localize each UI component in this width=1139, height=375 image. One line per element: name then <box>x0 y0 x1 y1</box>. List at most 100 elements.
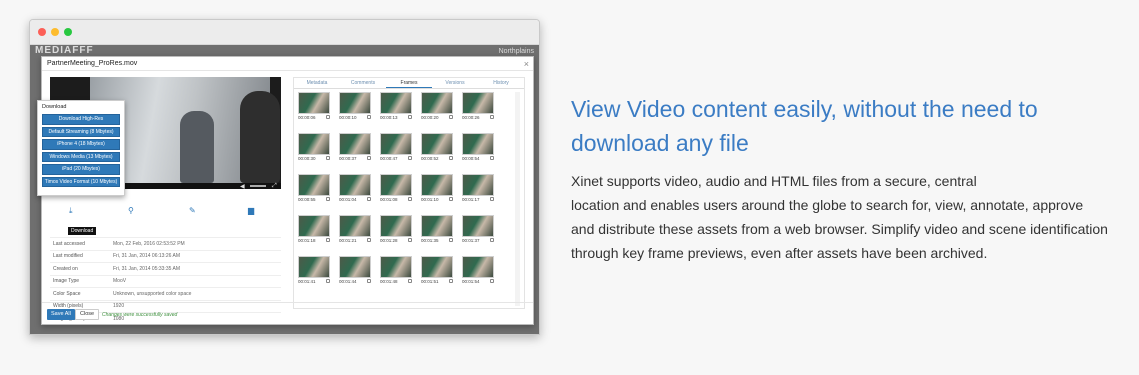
fullscreen-icon[interactable]: ⤢ <box>272 183 277 189</box>
frame-thumbnail[interactable]: 00:00:54 <box>462 133 494 165</box>
frame-image <box>339 215 371 237</box>
frame-thumbnail[interactable]: 00:01:10 <box>421 174 453 206</box>
frame-badge-icon[interactable] <box>326 115 330 119</box>
detail-tabs: Metadata Comments Frames Versions History <box>294 78 524 89</box>
frame-badge-icon[interactable] <box>367 197 371 201</box>
download-option-button[interactable]: Default Streaming (8 Mbytes) <box>42 126 120 137</box>
frame-badge-icon[interactable] <box>408 115 412 119</box>
frame-badge-icon[interactable] <box>408 156 412 160</box>
frame-thumbnail[interactable]: 00:01:48 <box>380 256 412 288</box>
frame-badge-icon[interactable] <box>408 279 412 283</box>
frame-badge-icon[interactable] <box>367 238 371 242</box>
frame-image <box>462 174 494 196</box>
frame-thumbnail[interactable]: 00:00:55 <box>298 174 330 206</box>
frame-thumbnail[interactable]: 00:00:20 <box>421 92 453 124</box>
metadata-value: Mon, 22 Feb, 2016 02:53:52 PM <box>113 240 185 247</box>
frame-thumbnail[interactable]: 00:01:04 <box>339 174 371 206</box>
frame-badge-icon[interactable] <box>408 238 412 242</box>
frame-timecode: 00:01:04 <box>339 197 357 202</box>
frame-thumbnail[interactable]: 00:01:21 <box>339 215 371 247</box>
frame-thumbnail[interactable]: 00:01:37 <box>462 215 494 247</box>
frame-badge-icon[interactable] <box>326 279 330 283</box>
frame-thumbnail[interactable]: 00:01:08 <box>380 174 412 206</box>
video-person-figure <box>240 91 280 183</box>
metadata-value: Fri, 31 Jan, 2014 06:13:26 AM <box>113 253 180 260</box>
frame-thumbnail[interactable]: 00:00:06 <box>298 92 330 124</box>
metadata-key: Image Type <box>53 278 80 285</box>
asset-actions: ⤓ ⚲ ✎ ▆ <box>50 204 281 218</box>
feature-description: Xinet supports video, audio and HTML fil… <box>571 173 1108 261</box>
frame-badge-icon[interactable] <box>490 279 494 283</box>
frame-timecode: 00:00:55 <box>298 197 316 202</box>
frame-thumbnail[interactable]: 00:01:28 <box>380 215 412 247</box>
frame-timecode: 00:00:26 <box>462 115 480 120</box>
basket-icon[interactable]: ⚲ <box>128 206 134 215</box>
tab-versions[interactable]: Versions <box>432 78 478 88</box>
download-option-button[interactable]: Download High-Res <box>42 114 120 125</box>
frame-thumbnail[interactable]: 00:01:44 <box>339 256 371 288</box>
metadata-key: Last modified <box>53 253 83 260</box>
frame-image <box>298 92 330 114</box>
metadata-row: Last accessed Mon, 22 Feb, 2016 02:53:52 … <box>50 237 281 250</box>
frame-timecode: 00:01:10 <box>421 197 439 202</box>
frame-badge-icon[interactable] <box>490 238 494 242</box>
frame-badge-icon[interactable] <box>490 115 494 119</box>
frame-badge-icon[interactable] <box>367 115 371 119</box>
frame-thumbnail[interactable]: 00:00:10 <box>339 92 371 124</box>
frame-thumbnail[interactable]: 00:01:35 <box>421 215 453 247</box>
folder-icon[interactable]: ▆ <box>248 206 254 215</box>
download-option-button[interactable]: Timos Video Format (10 Mbytes) <box>42 176 120 187</box>
frame-thumbnail[interactable]: 00:00:26 <box>462 92 494 124</box>
download-option-button[interactable]: Windows Media (13 Mbytes) <box>42 151 120 162</box>
frame-thumbnail[interactable]: 00:01:51 <box>421 256 453 288</box>
frame-badge-icon[interactable] <box>449 197 453 201</box>
frame-thumbnail[interactable]: 00:01:54 <box>462 256 494 288</box>
metadata-value: MooV <box>113 278 127 285</box>
frame-thumbnail[interactable]: 00:01:41 <box>298 256 330 288</box>
save-all-button[interactable]: Save All <box>47 309 75 320</box>
frame-image <box>421 92 453 114</box>
close-icon[interactable]: × <box>524 59 529 69</box>
zoom-window-button[interactable] <box>64 28 72 36</box>
frame-badge-icon[interactable] <box>408 197 412 201</box>
frame-badge-icon[interactable] <box>326 197 330 201</box>
frame-thumbnail[interactable]: 00:00:37 <box>339 133 371 165</box>
frame-thumbnail[interactable]: 00:01:17 <box>462 174 494 206</box>
frame-thumbnail[interactable]: 00:00:47 <box>380 133 412 165</box>
frame-badge-icon[interactable] <box>449 238 453 242</box>
tab-comments[interactable]: Comments <box>340 78 386 88</box>
download-icon[interactable]: ⤓ <box>69 206 73 216</box>
download-option-button[interactable]: iPhone 4 (18 Mbytes) <box>42 139 120 150</box>
download-option-button[interactable]: iPad (20 Mbytes) <box>42 164 120 175</box>
frame-image <box>421 256 453 278</box>
frame-image <box>462 215 494 237</box>
tab-history[interactable]: History <box>478 78 524 88</box>
frame-thumbnail[interactable]: 00:00:13 <box>380 92 412 124</box>
frame-badge-icon[interactable] <box>449 115 453 119</box>
tab-frames[interactable]: Frames <box>386 78 432 88</box>
frame-image <box>298 215 330 237</box>
frames-scrollbar[interactable] <box>515 92 520 306</box>
frame-thumbnail[interactable]: 00:01:18 <box>298 215 330 247</box>
title-divider <box>42 70 533 71</box>
frame-badge-icon[interactable] <box>490 156 494 160</box>
volume-icon[interactable]: ◀ <box>240 183 245 189</box>
frame-badge-icon[interactable] <box>367 279 371 283</box>
frame-badge-icon[interactable] <box>449 156 453 160</box>
frame-timecode: 00:01:51 <box>421 279 439 284</box>
close-window-button[interactable] <box>38 28 46 36</box>
minimize-window-button[interactable] <box>51 28 59 36</box>
brand-label: Northplains <box>498 48 534 55</box>
frame-badge-icon[interactable] <box>449 279 453 283</box>
frame-badge-icon[interactable] <box>490 197 494 201</box>
frame-badge-icon[interactable] <box>367 156 371 160</box>
frame-thumbnail[interactable]: 00:00:52 <box>421 133 453 165</box>
frame-badge-icon[interactable] <box>326 238 330 242</box>
frame-badge-icon[interactable] <box>326 156 330 160</box>
wrench-icon[interactable]: ✎ <box>189 206 196 215</box>
close-button[interactable]: Close <box>75 309 100 320</box>
frame-thumbnail[interactable]: 00:00:30 <box>298 133 330 165</box>
volume-slider[interactable] <box>250 185 266 187</box>
metadata-key: Color Space <box>53 290 81 297</box>
tab-metadata[interactable]: Metadata <box>294 78 340 88</box>
